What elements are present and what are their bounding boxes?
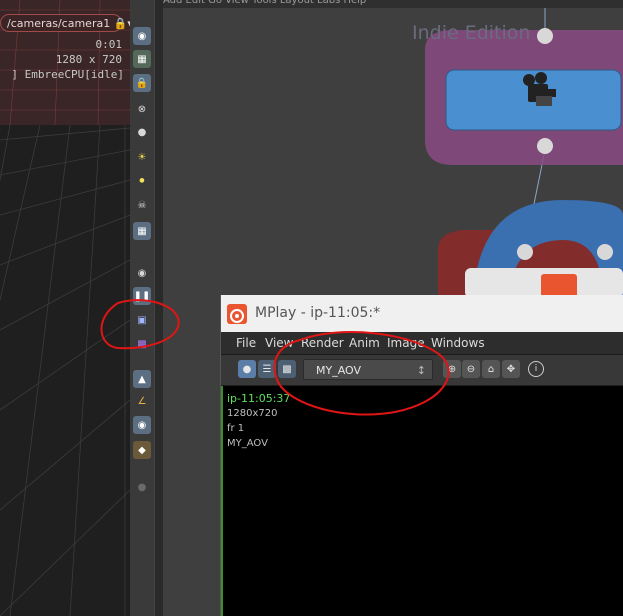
ghost-icon[interactable]: ⊗ bbox=[133, 100, 151, 118]
viewport-toolstrip: ◉ ▦ 🔒 ⊗ ● ☀ ⚫ ☠ ▦ ◉ ❚❚ ▣ ▩ ▲ ∠ ◉ ◆ ● bbox=[130, 0, 154, 616]
image-name: ip-11:05:37 bbox=[227, 392, 291, 405]
visibility-icon[interactable]: ◉ bbox=[133, 264, 151, 282]
light-icon[interactable]: ☀ bbox=[133, 148, 151, 166]
info-icon[interactable]: i bbox=[528, 361, 544, 377]
aov-select[interactable]: MY_AOV ↕ bbox=[303, 359, 433, 380]
measure-icon[interactable]: ∠ bbox=[133, 392, 151, 410]
camera-selector[interactable]: /cameras/camera1 🔒▾ bbox=[0, 14, 130, 32]
sphere-icon[interactable]: ● bbox=[133, 123, 151, 141]
pause-icon[interactable]: ❚❚ bbox=[133, 287, 151, 305]
mplay-toolbar: ● ☰ ▩ MY_AOV ↕ ⊕ ⊖ ⌂ ✥ i bbox=[221, 355, 623, 385]
scene-viewport[interactable]: /cameras/camera1 🔒▾ 0:01 1280 x 720 ] Em… bbox=[0, 0, 130, 616]
network-menubar[interactable]: Add Edit Go View Tools Layout Labs Help bbox=[163, 0, 623, 8]
up-down-arrows-icon: ↕ bbox=[416, 364, 426, 377]
image-aov: MY_AOV bbox=[227, 438, 268, 449]
image-frame: fr 1 bbox=[227, 423, 245, 434]
mplay-image-area[interactable]: ip-11:05:37 1280x720 fr 1 MY_AOV bbox=[221, 386, 623, 616]
mplay-titlebar[interactable]: MPlay - ip-11:05:* bbox=[221, 295, 623, 332]
snapshot-icon[interactable]: ▲ bbox=[133, 370, 151, 388]
menu-view[interactable]: View bbox=[265, 332, 293, 354]
menu-file[interactable]: File bbox=[236, 332, 256, 354]
node-input-connector bbox=[537, 28, 553, 44]
histogram-icon[interactable]: ▩ bbox=[278, 360, 296, 378]
camera-icon[interactable]: ▦ bbox=[133, 222, 151, 240]
skull-icon[interactable]: ☠ bbox=[133, 196, 151, 214]
zoom-out-icon[interactable]: ⊖ bbox=[462, 360, 480, 378]
resolution-readout: 1280 x 720 bbox=[55, 53, 122, 66]
home-icon[interactable]: ⌂ bbox=[482, 360, 500, 378]
node-output-connector bbox=[537, 138, 553, 154]
fit-icon[interactable]: ✥ bbox=[502, 360, 520, 378]
layers-icon[interactable]: ☰ bbox=[258, 360, 276, 378]
zoom-in-icon[interactable]: ⊕ bbox=[443, 360, 461, 378]
indie-edition-watermark: Indie Edition bbox=[412, 22, 531, 44]
menu-windows[interactable]: Windows bbox=[431, 332, 485, 354]
mplay-menubar: File View Render Anim Image Windows bbox=[221, 332, 623, 355]
lock-icon: 🔒 bbox=[113, 17, 128, 30]
lock-camera-icon[interactable]: 🔒 bbox=[133, 74, 151, 92]
material-icon[interactable]: ◆ bbox=[133, 441, 151, 459]
camera-view-icon[interactable]: ◉ bbox=[133, 416, 151, 434]
mplay-title: MPlay - ip-11:05:* bbox=[255, 305, 381, 321]
houdini-logo-icon bbox=[227, 304, 247, 324]
render-flipbook-icon[interactable]: ▩ bbox=[133, 335, 151, 353]
renderer-status: ] EmbreeCPU[idle] bbox=[11, 68, 124, 81]
grid-display-icon[interactable]: ▦ bbox=[133, 50, 151, 68]
time-readout: 0:01 bbox=[95, 38, 123, 51]
render-sphere-icon[interactable]: ● bbox=[238, 360, 256, 378]
menu-render[interactable]: Render bbox=[301, 332, 344, 354]
eye-icon[interactable]: ◉ bbox=[133, 27, 151, 45]
image-resolution: 1280x720 bbox=[227, 408, 278, 419]
render-region-icon[interactable]: ▣ bbox=[133, 311, 151, 329]
camera-path: /cameras/camera1 bbox=[7, 17, 111, 30]
aov-selected-value: MY_AOV bbox=[316, 364, 362, 377]
menu-image[interactable]: Image bbox=[387, 332, 425, 354]
viewport-grid bbox=[0, 0, 130, 616]
mplay-window[interactable]: MPlay - ip-11:05:* File View Render Anim… bbox=[220, 295, 623, 616]
menu-anim[interactable]: Anim bbox=[349, 332, 380, 354]
light-add-icon[interactable]: ⚫ bbox=[133, 172, 151, 190]
record-icon[interactable]: ● bbox=[133, 478, 151, 496]
